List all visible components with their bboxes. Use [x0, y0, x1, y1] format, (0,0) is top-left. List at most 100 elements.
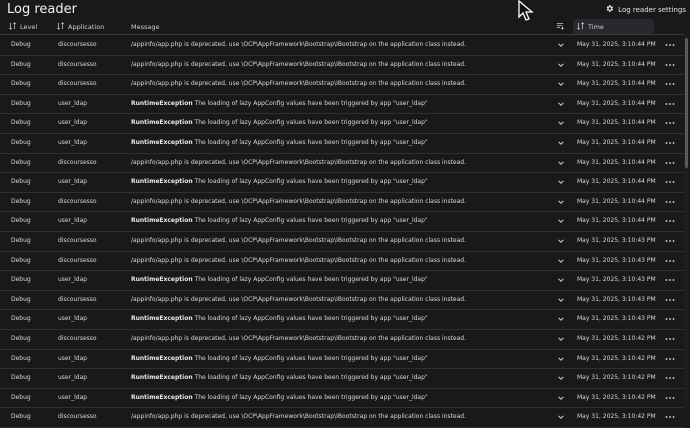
more-actions-icon[interactable] [664, 159, 676, 167]
more-actions-icon[interactable] [664, 296, 676, 304]
log-level: Debug [11, 334, 31, 342]
log-time: May 31, 2025, 3:10:42 PM [577, 374, 656, 382]
log-time: May 31, 2025, 3:10:42 PM [577, 334, 656, 342]
more-actions-icon[interactable] [664, 80, 676, 88]
chevron-down-icon[interactable] [557, 355, 565, 363]
exception-name: RuntimeException [131, 393, 193, 401]
log-message: /appinfo/app.php is deprecated, use \OCP… [131, 296, 466, 303]
scrollbar-thumb[interactable] [685, 38, 688, 168]
log-time: May 31, 2025, 3:10:43 PM [577, 256, 656, 264]
more-actions-icon[interactable] [664, 178, 676, 186]
table-row[interactable]: Debug discoursesso/appinfo/app.php is dep… [0, 36, 684, 56]
chevron-down-icon[interactable] [557, 257, 565, 265]
chevron-down-icon[interactable] [557, 139, 565, 147]
table-row[interactable]: Debug user_ldap RuntimeException The loadi… [0, 389, 684, 409]
table-row[interactable]: Debug discoursesso/appinfo/app.php is dep… [0, 193, 684, 213]
log-time: May 31, 2025, 3:10:44 PM [577, 217, 656, 225]
more-actions-icon[interactable] [664, 41, 676, 49]
more-actions-icon[interactable] [664, 237, 676, 245]
more-actions-icon[interactable] [664, 374, 676, 382]
more-actions-icon[interactable] [664, 276, 676, 284]
log-message-text: /appinfo/app.php is deprecated, use \OCP… [131, 236, 467, 244]
log-message-text: /appinfo/app.php is deprecated, use \OCP… [131, 295, 467, 303]
chevron-down-icon[interactable] [557, 80, 565, 88]
table-row[interactable]: Debug discoursesso/appinfo/app.php is dep… [0, 75, 684, 95]
time-column-header[interactable]: Time [577, 19, 604, 34]
log-time: May 31, 2025, 3:10:42 PM [577, 393, 656, 401]
log-message: RuntimeException The loading of lazy App… [131, 355, 428, 362]
table-row[interactable]: Debug discoursesso/appinfo/app.php is dep… [0, 252, 684, 272]
chevron-down-icon[interactable] [557, 159, 565, 167]
application-column-header[interactable]: Application [57, 19, 104, 34]
table-row[interactable]: Debug discoursesso/appinfo/app.php is dep… [0, 330, 684, 350]
table-row[interactable]: Debug user_ldap RuntimeException The loadi… [0, 114, 684, 134]
chevron-down-icon[interactable] [557, 315, 565, 323]
chevron-down-icon[interactable] [557, 61, 565, 69]
log-time: May 31, 2025, 3:10:43 PM [577, 315, 656, 323]
chevron-down-icon[interactable] [557, 119, 565, 127]
log-reader-settings-button[interactable]: Log reader settings [605, 4, 686, 15]
more-actions-icon[interactable] [664, 394, 676, 402]
chevron-down-icon[interactable] [557, 374, 565, 382]
log-time: May 31, 2025, 3:10:44 PM [577, 60, 656, 68]
chevron-down-icon[interactable] [557, 217, 565, 225]
table-row[interactable]: Debug user_ldap RuntimeException The loadi… [0, 212, 684, 232]
log-application: discoursesso [58, 197, 97, 205]
more-actions-icon[interactable] [664, 257, 676, 265]
log-message-text: /appinfo/app.php is deprecated, use \OCP… [131, 413, 467, 421]
level-column-header[interactable]: Level [9, 19, 37, 34]
table-row[interactable]: Debug discoursesso/appinfo/app.php is dep… [0, 408, 684, 428]
more-actions-icon[interactable] [664, 100, 676, 108]
log-message: RuntimeException The loading of lazy App… [131, 276, 428, 283]
log-level: Debug [11, 374, 31, 382]
table-row[interactable]: Debug discoursesso/appinfo/app.php is dep… [0, 232, 684, 252]
chevron-down-icon[interactable] [557, 237, 565, 245]
log-time: May 31, 2025, 3:10:44 PM [577, 41, 656, 48]
table-row[interactable]: Debug user_ldap RuntimeException The loadi… [0, 134, 684, 154]
more-actions-icon[interactable] [664, 198, 676, 206]
table-row[interactable]: Debug discoursesso/appinfo/app.php is dep… [0, 154, 684, 174]
table-row[interactable]: Debug user_ldap RuntimeException The loadi… [0, 310, 684, 330]
chevron-down-icon[interactable] [557, 178, 565, 186]
table-row[interactable]: Debug discoursesso/appinfo/app.php is dep… [0, 291, 684, 311]
more-actions-icon[interactable] [664, 315, 676, 323]
table-row[interactable]: Debug user_ldap RuntimeException The loadi… [0, 350, 684, 370]
filter-button[interactable] [556, 19, 564, 34]
log-application: user_ldap [58, 315, 88, 323]
log-level: Debug [11, 41, 31, 48]
more-actions-icon[interactable] [664, 413, 676, 421]
more-actions-icon[interactable] [664, 217, 676, 225]
log-message-text: /appinfo/app.php is deprecated, use \OCP… [131, 80, 467, 88]
log-level: Debug [11, 158, 31, 166]
log-time: May 31, 2025, 3:10:44 PM [577, 119, 656, 127]
log-message: /appinfo/app.php is deprecated, use \OCP… [131, 413, 466, 420]
table-row[interactable]: Debug user_ldap RuntimeException The loadi… [0, 271, 684, 291]
log-message: RuntimeException The loading of lazy App… [131, 374, 428, 381]
table-row[interactable]: Debug discoursesso/appinfo/app.php is dep… [0, 56, 684, 76]
more-actions-icon[interactable] [664, 119, 676, 127]
settings-label: Log reader settings [618, 5, 686, 14]
chevron-down-icon[interactable] [557, 413, 565, 421]
chevron-down-icon[interactable] [557, 198, 565, 206]
log-message-text: The loading of lazy AppConfig values hav… [194, 315, 428, 323]
log-application: user_ldap [58, 354, 88, 362]
log-message: /appinfo/app.php is deprecated, use \OCP… [131, 41, 466, 48]
table-row[interactable]: Debug user_ldap RuntimeException The loadi… [0, 95, 684, 115]
page-title: Log reader [7, 2, 77, 17]
chevron-down-icon[interactable] [557, 394, 565, 402]
more-actions-icon[interactable] [664, 139, 676, 147]
chevron-down-icon[interactable] [557, 100, 565, 108]
more-actions-icon[interactable] [664, 61, 676, 69]
chevron-down-icon[interactable] [557, 41, 565, 49]
log-message-text: The loading of lazy AppConfig values hav… [194, 138, 428, 146]
more-actions-icon[interactable] [664, 335, 676, 343]
table-row[interactable]: Debug user_ldap RuntimeException The loadi… [0, 173, 684, 193]
chevron-down-icon[interactable] [557, 335, 565, 343]
log-message: /appinfo/app.php is deprecated, use \OCP… [131, 237, 466, 244]
log-time: May 31, 2025, 3:10:42 PM [577, 413, 656, 421]
table-row[interactable]: Debug user_ldap RuntimeException The loadi… [0, 369, 684, 389]
sort-icon [577, 21, 585, 32]
chevron-down-icon[interactable] [557, 276, 565, 284]
more-actions-icon[interactable] [664, 355, 676, 363]
chevron-down-icon[interactable] [557, 296, 565, 304]
